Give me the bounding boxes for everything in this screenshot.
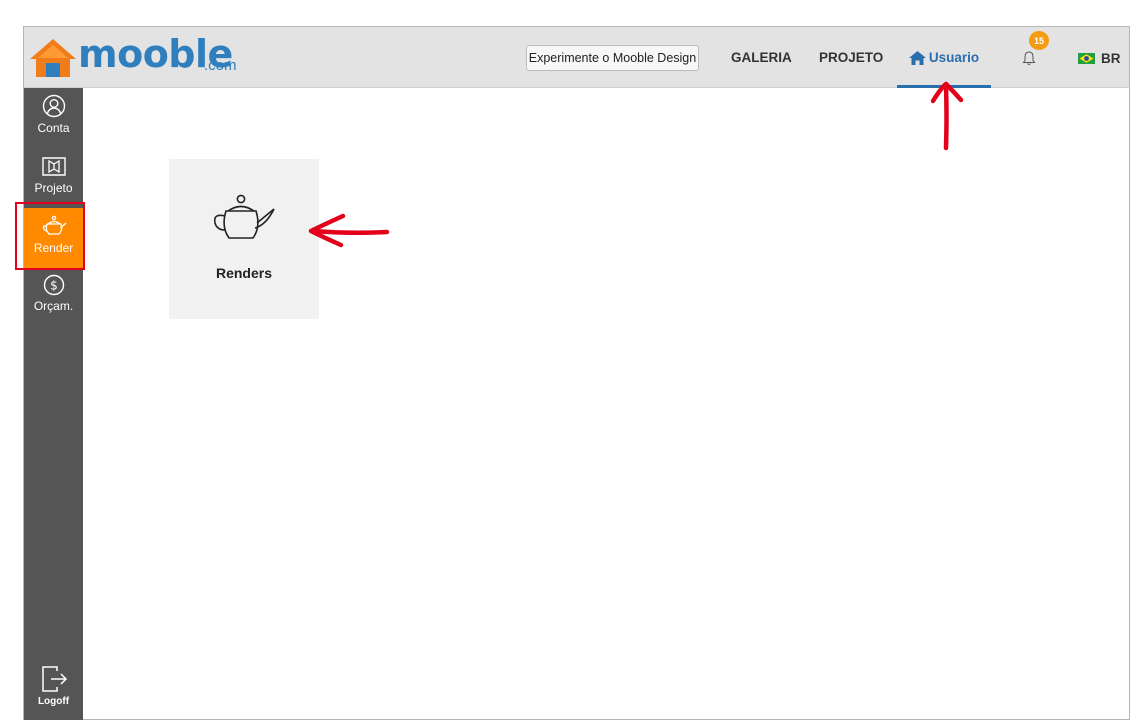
try-mooble-design-button[interactable]: Experimente o Mooble Design: [526, 45, 699, 71]
sidebar-item-projeto[interactable]: Projeto: [24, 148, 83, 208]
left-sidebar: Conta Projeto Render $ Orçam. Logoff: [24, 88, 83, 720]
teapot-icon: [213, 194, 275, 239]
renders-tile[interactable]: Renders: [169, 159, 319, 319]
nav-usuario-label: Usuario: [928, 50, 980, 65]
notification-badge[interactable]: 15: [1029, 31, 1049, 50]
nav-projeto-label: PROJETO: [819, 50, 884, 65]
top-header: mooble .com Experimente o Mooble Design …: [24, 27, 1129, 88]
language-label: BR: [1101, 51, 1121, 66]
sidebar-item-label: Conta: [37, 121, 70, 135]
active-nav-underline: [897, 85, 991, 88]
svg-text:$: $: [50, 279, 58, 293]
nav-projeto[interactable]: PROJETO: [819, 27, 883, 88]
brazil-flag-icon: [1078, 53, 1095, 64]
teapot-icon: [42, 215, 66, 235]
sidebar-item-label: Projeto: [34, 181, 73, 195]
renders-tile-label: Renders: [215, 265, 273, 281]
sidebar-item-label: Render: [33, 241, 74, 255]
logoff-label: Logoff: [37, 696, 70, 707]
home-icon: [908, 50, 926, 65]
nav-galeria-label: GALERIA: [731, 50, 792, 65]
app-window: mooble .com Experimente o Mooble Design …: [23, 26, 1130, 720]
logoff-button[interactable]: Logoff: [24, 665, 83, 720]
bell-icon[interactable]: [1022, 51, 1036, 66]
sidebar-item-orcamento[interactable]: $ Orçam.: [24, 268, 83, 328]
language-selector[interactable]: BR: [1078, 51, 1121, 66]
sidebar-item-label: Orçam.: [33, 299, 74, 313]
logout-icon: [41, 666, 67, 692]
brand-logo-suffix: .com: [204, 57, 237, 74]
dollar-icon: $: [43, 274, 64, 296]
user-icon: [42, 94, 65, 118]
sidebar-item-conta[interactable]: Conta: [24, 88, 83, 148]
sidebar-item-render[interactable]: Render: [24, 208, 83, 268]
house-logo-icon[interactable]: [28, 37, 78, 81]
nav-usuario[interactable]: Usuario: [897, 27, 991, 88]
nav-galeria[interactable]: GALERIA: [731, 27, 792, 88]
project-icon: [41, 157, 66, 176]
